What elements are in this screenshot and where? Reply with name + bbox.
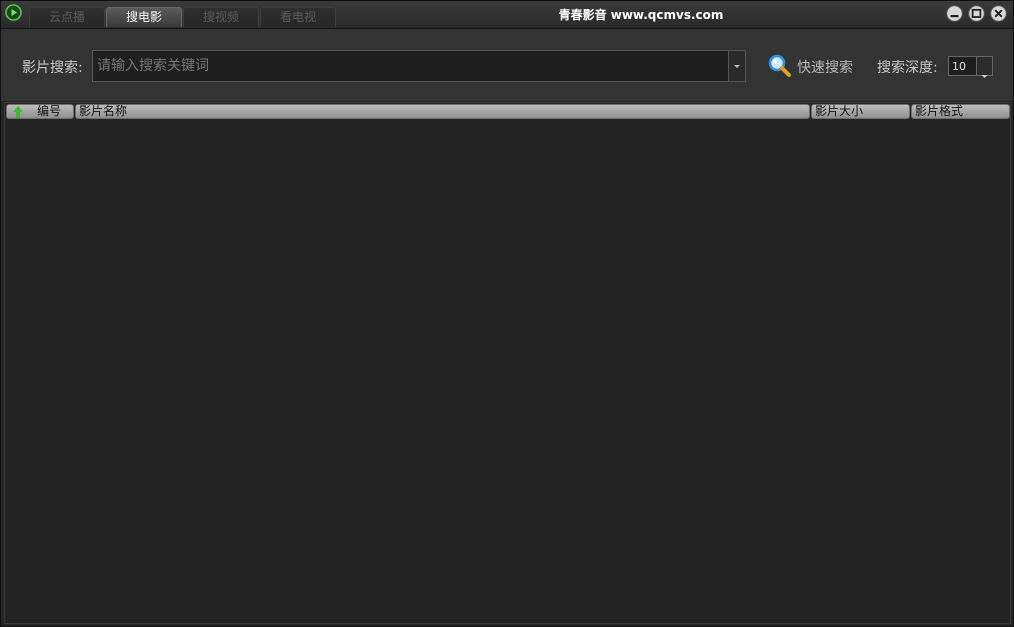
tab-search-video[interactable]: 搜视频 xyxy=(183,7,259,27)
search-panel: 影片搜索: 快速搜索 搜索深度: xyxy=(1,29,1013,101)
search-dropdown-button[interactable] xyxy=(728,51,745,81)
play-icon[interactable] xyxy=(5,4,22,21)
spin-up-button[interactable] xyxy=(976,57,992,69)
search-depth-label: 搜索深度: xyxy=(877,60,938,76)
magnifier-icon xyxy=(768,54,791,77)
tab-cloud-play[interactable]: 云点播 xyxy=(29,7,105,27)
minimize-icon[interactable] xyxy=(946,5,963,22)
search-label: 影片搜索: xyxy=(22,60,83,76)
window-title: 青春影音 www.qcmvs.com xyxy=(558,8,724,22)
tab-search-movie[interactable]: 搜电影 xyxy=(106,7,182,27)
search-combobox[interactable] xyxy=(92,50,746,82)
column-header-format[interactable]: 影片格式 xyxy=(911,104,1010,119)
title-bar[interactable]: 云点播 搜电影 搜视频 看电视 青春影音 www.qcmvs.com xyxy=(1,1,1013,29)
search-depth-input[interactable] xyxy=(949,57,977,75)
results-list[interactable] xyxy=(5,120,1010,623)
spin-down-button[interactable] xyxy=(976,66,992,78)
app-window: 云点播 搜电影 搜视频 看电视 青春影音 www.qcmvs.com 影片搜索: xyxy=(0,0,1014,627)
quick-search-label: 快速搜索 xyxy=(797,60,853,76)
maximize-icon[interactable] xyxy=(968,5,985,22)
close-icon[interactable] xyxy=(990,5,1007,22)
column-header-title[interactable]: 影片名称 xyxy=(75,104,810,119)
tab-watch-tv[interactable]: 看电视 xyxy=(260,7,336,27)
column-header-number[interactable]: 编号 xyxy=(6,104,74,119)
search-depth-spinner[interactable] xyxy=(948,56,993,78)
column-header-number-label: 编号 xyxy=(37,104,62,118)
chevron-down-icon xyxy=(734,65,740,68)
sort-arrow-icon xyxy=(13,106,23,118)
search-input[interactable] xyxy=(93,51,727,81)
results-table[interactable]: 编号 影片名称 影片大小 影片格式 xyxy=(4,102,1011,624)
column-header-size[interactable]: 影片大小 xyxy=(811,104,910,119)
chevron-down-icon xyxy=(981,75,988,78)
